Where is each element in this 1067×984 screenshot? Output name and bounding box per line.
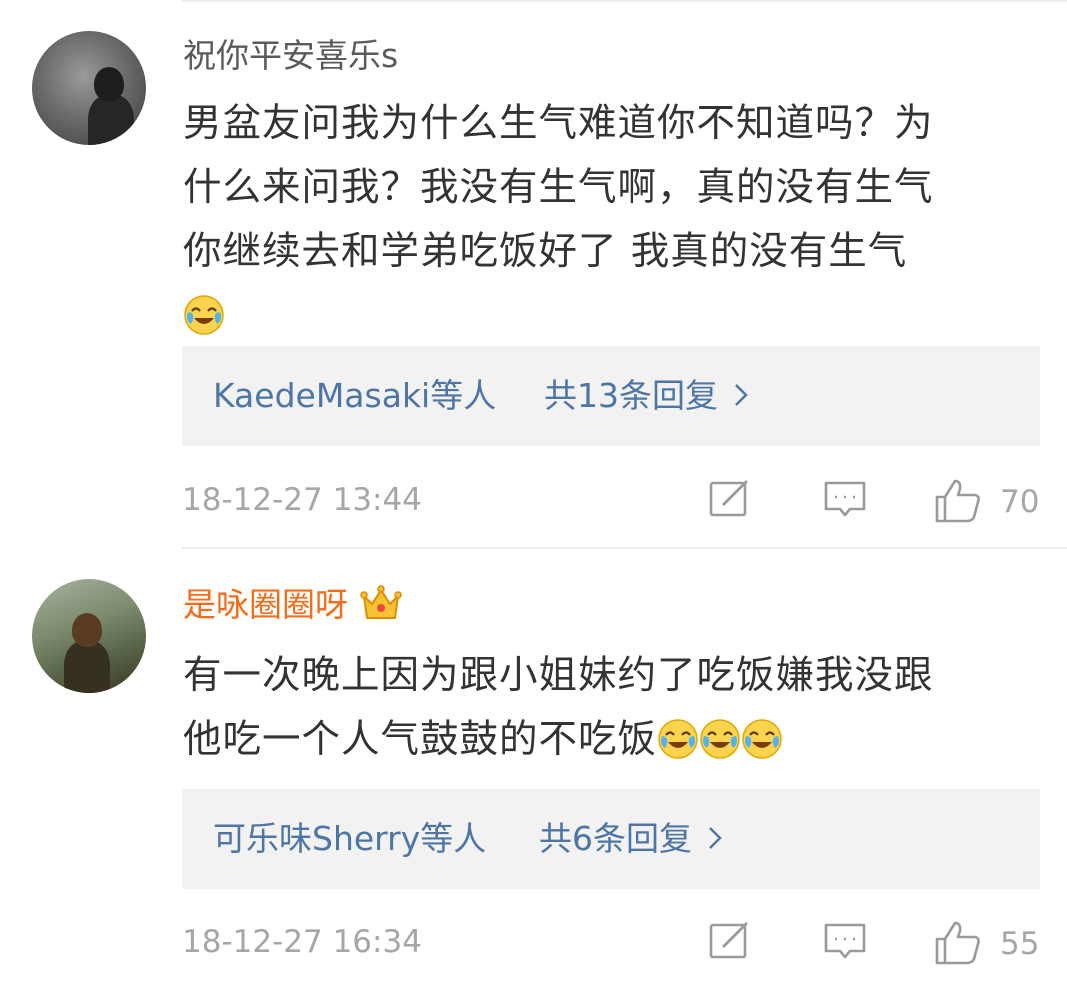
comment-divider	[182, 547, 1067, 549]
replies-link[interactable]: KaedeMasaki等人 共13条回复	[182, 346, 1040, 446]
crown-icon	[360, 584, 402, 619]
like-count: 55	[1000, 926, 1040, 962]
reply-users: 可乐味Sherry等人	[213, 819, 487, 858]
comment-text-line: 你继续去和学弟吃饭好了 我真的没有生气	[183, 229, 908, 274]
comment-text-line: 他吃一个人气鼓鼓的不吃饭	[183, 708, 1043, 772]
reply-users: KaedeMasaki等人	[213, 376, 497, 415]
avatar[interactable]	[32, 579, 146, 693]
like-icon[interactable]	[933, 477, 983, 523]
comment-text-line: 有一次晚上因为跟小姐妹约了吃饭嫌我没跟	[183, 653, 934, 698]
comment-icon[interactable]	[822, 477, 868, 521]
replies-link[interactable]: 可乐味Sherry等人 共6条回复	[182, 789, 1040, 889]
comment-text-line: 男盆友问我为什么生气难道你不知道吗？为	[183, 101, 934, 146]
comment-text-segment: 他吃一个人气鼓鼓的不吃饭	[183, 717, 658, 762]
chevron-right-icon	[735, 383, 748, 406]
timestamp: 18-12-27 13:44	[182, 482, 422, 518]
chevron-right-icon	[709, 826, 722, 849]
reply-count-group: 共13条回复	[544, 346, 748, 446]
like-icon[interactable]	[933, 919, 983, 965]
like-count: 70	[1000, 484, 1040, 520]
laugh-cry-emoji	[742, 718, 782, 759]
avatar[interactable]	[32, 31, 146, 145]
edit-icon[interactable]	[707, 477, 753, 521]
username[interactable]: 是咏圈圈呀	[183, 584, 402, 625]
avatar-figure	[88, 95, 134, 145]
edit-icon[interactable]	[707, 919, 753, 963]
username[interactable]: 祝你平安喜乐s	[183, 36, 398, 76]
avatar-figure-head	[94, 67, 124, 101]
top-divider	[182, 0, 1067, 2]
comment-text: 男盆友问我为什么生气难道你不知道吗？为 什么来问我？我没有生气啊，真的没有生气 …	[183, 92, 1043, 348]
reply-count-group: 共6条回复	[539, 789, 722, 889]
username-text: 是咏圈圈呀	[183, 585, 348, 624]
avatar-figure-head	[72, 613, 102, 647]
emoji-row	[183, 284, 1043, 348]
laugh-cry-emoji	[658, 718, 698, 759]
comment-text-line: 什么来问我？我没有生气啊，真的没有生气	[183, 165, 934, 210]
laugh-cry-emoji	[184, 294, 224, 335]
avatar-figure	[64, 641, 110, 693]
timestamp: 18-12-27 16:34	[182, 924, 422, 960]
comment-icon[interactable]	[822, 919, 868, 963]
laugh-cry-emoji	[700, 718, 740, 759]
comment-text: 有一次晚上因为跟小姐妹约了吃饭嫌我没跟 他吃一个人气鼓鼓的不吃饭	[183, 644, 1043, 772]
reply-count: 共6条回复	[539, 819, 692, 858]
reply-count: 共13条回复	[544, 376, 718, 415]
